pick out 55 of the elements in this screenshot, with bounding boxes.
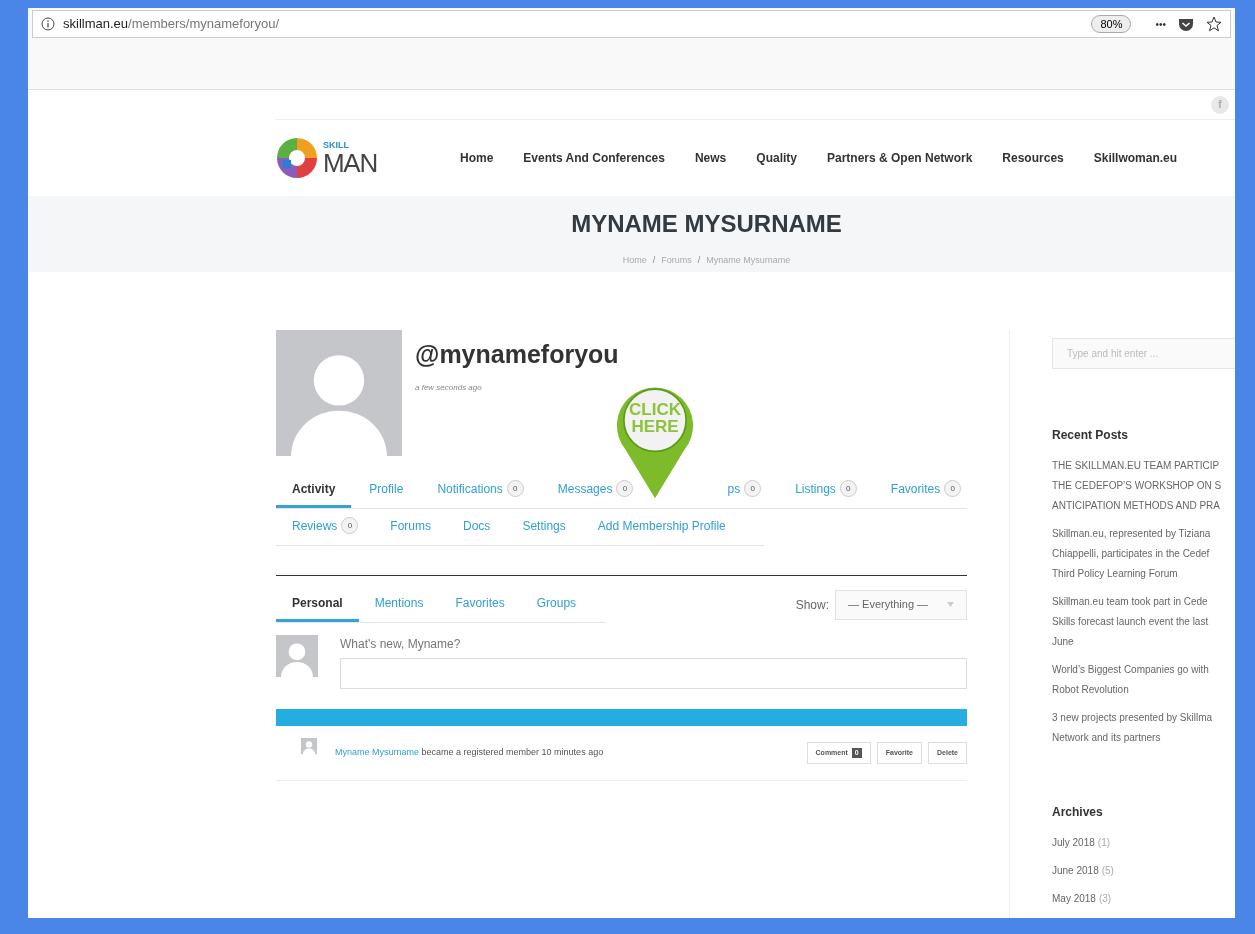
archive-link[interactable]: May 2018 [1052,891,1096,906]
recent-post-link[interactable]: Skillman.eu, represented by Tiziana Chiappelli, participates in the Cedef Third Policy Learning Forum [1052,524,1235,584]
nav-link[interactable]: Events And Conferences [523,149,665,167]
nav-link[interactable]: Resources [1002,149,1064,167]
recent-post-link[interactable]: 3 new projects presented by Skillma Network and its partners [1052,708,1235,748]
pocket-icon[interactable] [1178,16,1194,32]
recent-post-link[interactable]: Skillman.eu team took part in Cede Skills forecast launch event the last June [1052,592,1235,652]
count-badge: 0 [839,480,857,497]
menu-dots[interactable]: ••• [1155,16,1166,32]
search-field[interactable]: Type and hit enter ... [1052,338,1235,369]
profile-tab[interactable]: Personal [276,586,359,622]
profile-tab[interactable]: Listings 0 [779,472,873,508]
profile-tab[interactable]: Reviews 0 [276,509,375,545]
count-badge: 0 [944,480,962,497]
caret-icon [947,602,954,607]
breadcrumb-current: Myname Mysurname [706,254,791,267]
breadcrumb-separator: / [697,254,701,267]
profile-tab[interactable]: Favorites 0 [874,472,978,508]
last-active: a few seconds ago [415,381,483,394]
archive-count: (1) [1097,836,1111,850]
show-label: Show: [795,596,829,614]
zoom-badge[interactable]: 80% [1091,14,1132,34]
activity-avatar [301,738,317,754]
nav-link[interactable]: Partners & Open Network [827,149,973,167]
profile-tab[interactable]: Notifications 0 [421,472,540,508]
breadcrumb-separator: / [652,254,656,267]
count-badge: 0 [616,480,634,497]
recent-post-link[interactable]: THE SKILLMAN.EU TEAM PARTICIP THE CEDEFOP’S WORKSHOP ON S ANTICIPATION METHODS AND PRA [1052,456,1235,516]
nav-link[interactable]: News [694,149,727,167]
profile-tab[interactable]: ps 0 [727,472,778,508]
url-text: skillman.eu/members/mynameforyou/ [63,15,280,34]
show-dropdown[interactable]: — Everything — [835,589,967,620]
count-badge: 0 [341,517,359,534]
archive-count: (3) [1098,892,1112,906]
post-input-field[interactable] [340,658,967,689]
nav-link[interactable]: Quality [756,149,797,167]
profile-handle: @mynameforyou [415,339,619,370]
recent-post-link[interactable]: World’s Biggest Companies go with Robot Revolution [1052,660,1235,700]
info-icon [41,17,55,31]
archive-link[interactable]: June 2018 [1052,863,1099,878]
count-badge: 0 [506,480,524,497]
user-avatar [276,635,318,677]
star-icon[interactable] [1206,16,1222,32]
activity-text: Myname Mysurname became a registered member 10 minutes ago [335,746,604,760]
nav-link[interactable]: Home [460,149,494,167]
archives-heading: Archives [1052,804,1104,821]
page-title: MYNAME MYSURNAME [571,209,842,239]
archive-link[interactable]: July 2018 [1052,835,1095,850]
count-badge: 0 [744,480,762,497]
post-prompt: What's new, Myname? [340,636,462,653]
profile-tab[interactable]: Activity [276,472,352,508]
address-bar[interactable]: skillman.eu/members/mynameforyou/ 80% ••• [32,10,1231,38]
nav-link[interactable]: Skillwoman.eu [1093,149,1178,167]
archive-count: (5) [1101,864,1114,878]
recent-posts-heading: Recent Posts [1052,427,1130,444]
